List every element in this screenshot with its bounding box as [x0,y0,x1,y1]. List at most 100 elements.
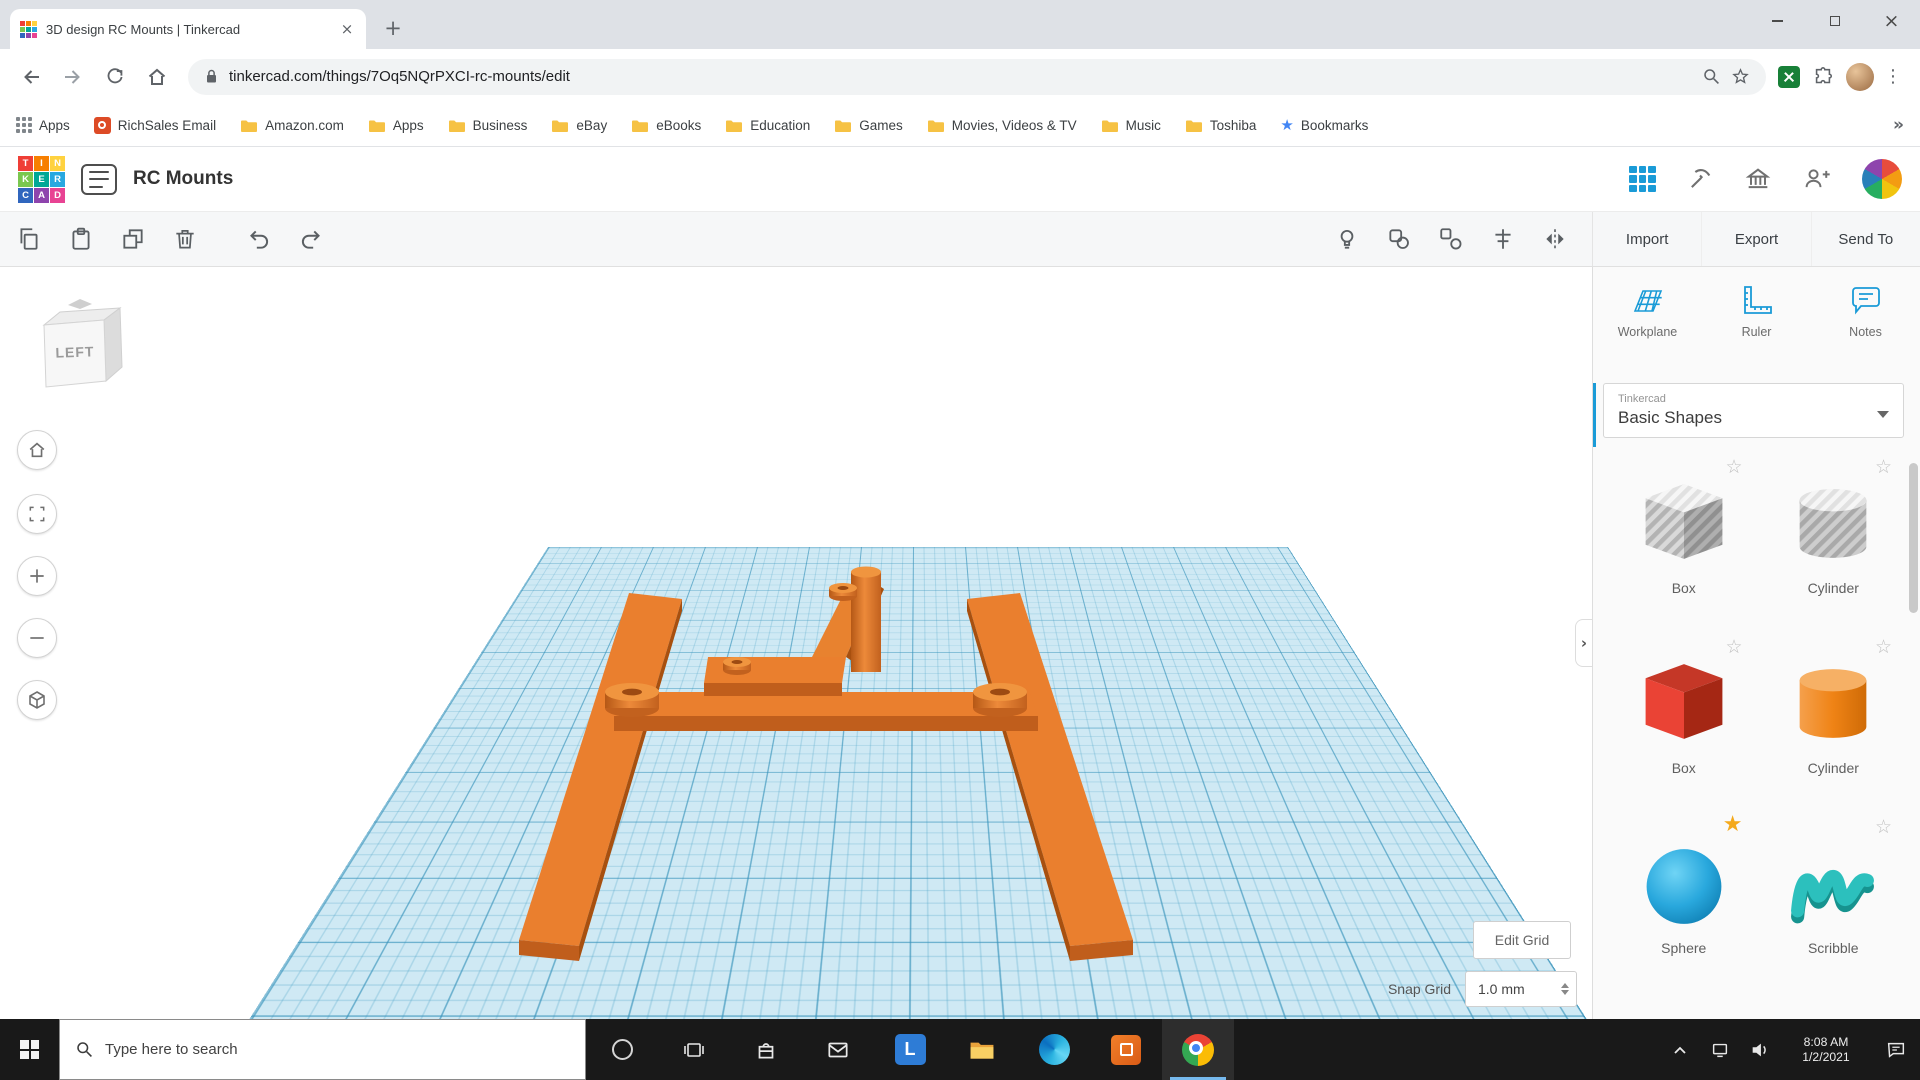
favorite-star-icon[interactable]: ☆ [1875,636,1892,658]
tinkercad-logo[interactable]: T I N K E R C A D [18,156,65,203]
back-button[interactable] [12,58,50,96]
mirror-button[interactable] [1540,224,1570,254]
favorite-star-icon[interactable]: ☆ [1875,456,1892,478]
browser-tab[interactable]: 3D design RC Mounts | Tinkercad × [10,9,366,49]
invite-person-icon[interactable] [1802,165,1832,193]
taskbar-app-l[interactable]: L [874,1019,946,1080]
bookmark-folder[interactable]: Education [725,118,810,133]
home-button[interactable] [138,58,176,96]
taskbar-clock[interactable]: 8:08 AM 1/2/2021 [1780,1035,1872,1065]
group-button[interactable] [1384,224,1414,254]
tinkercad-account-avatar[interactable] [1862,159,1902,199]
import-button[interactable]: Import [1593,212,1701,266]
taskbar-app-orange[interactable] [1090,1019,1162,1080]
favorite-star-icon[interactable]: ☆ [1725,636,1742,658]
bookmark-star-icon[interactable] [1731,67,1750,86]
taskbar-app-edge[interactable] [1018,1019,1090,1080]
zoom-in-button[interactable] [17,556,57,596]
shape-tile-box-striped[interactable]: ☆ Box [1609,464,1759,610]
building-icon[interactable] [1744,165,1772,193]
shape-tile-scribble[interactable]: ☆ Scribble [1759,824,1909,970]
bookmark-folder[interactable]: Toshiba [1185,118,1257,133]
taskbar-app-explorer[interactable] [946,1019,1018,1080]
taskbar-app-chrome[interactable] [1162,1019,1234,1080]
delete-button[interactable] [170,224,200,254]
favorite-star-icon-filled[interactable]: ★ [1723,812,1743,837]
task-view-button[interactable] [658,1019,730,1080]
zoom-icon[interactable] [1702,67,1721,86]
browser-profile-avatar[interactable] [1846,63,1874,91]
ruler-tool[interactable]: Ruler [1711,283,1803,371]
volume-button[interactable] [1740,1019,1780,1080]
bookmark-folder[interactable]: Music [1101,118,1161,133]
taskbar-search-input[interactable]: Type here to search [59,1019,586,1080]
extensions-button[interactable] [1804,58,1842,96]
ungroup-button[interactable] [1436,224,1466,254]
start-button[interactable] [0,1019,59,1080]
paste-button[interactable] [66,224,96,254]
extension-icon-green[interactable] [1778,66,1800,88]
bookmark-folder[interactable]: eBooks [631,118,701,133]
export-button[interactable]: Export [1701,212,1810,266]
duplicate-button[interactable] [118,224,148,254]
design-properties-button[interactable] [81,164,117,195]
shape-tile-box-red[interactable]: ☆ Box [1609,644,1759,790]
forward-button[interactable] [54,58,92,96]
new-tab-button[interactable]: + [378,13,408,43]
shape-tile-cylinder-striped[interactable]: ☆ Cylinder [1759,464,1909,610]
bookmark-folder-bookmarks[interactable]: ★ Bookmarks [1280,118,1368,133]
pickaxe-icon[interactable] [1686,165,1714,193]
3d-viewport[interactable]: LEFT Edit Grid Snap Grid 1.0 mm › [0,267,1592,1019]
perspective-toggle-button[interactable] [17,680,57,720]
taskbar-app-mail[interactable] [802,1019,874,1080]
model-right-rail[interactable] [967,593,1133,946]
copy-button[interactable] [14,224,44,254]
viewcube-side-face[interactable] [104,308,122,381]
favorite-star-icon[interactable]: ☆ [1875,816,1892,838]
show-all-button[interactable] [1332,224,1362,254]
favorite-star-icon[interactable]: ☆ [1725,456,1742,478]
bookmark-apps-shortcut[interactable]: Apps [16,117,70,133]
align-button[interactable] [1488,224,1518,254]
bookmark-folder[interactable]: Apps [368,118,424,133]
bookmark-folder[interactable]: Movies, Videos & TV [927,118,1077,133]
bookmark-folder[interactable]: Amazon.com [240,118,344,133]
taskbar-app-store[interactable] [730,1019,802,1080]
window-close-button[interactable]: × [1863,0,1920,42]
reload-button[interactable] [96,58,134,96]
spinner-caret-icon[interactable] [1554,983,1576,995]
redo-button[interactable] [296,224,326,254]
model-left-rail[interactable] [519,593,682,946]
undo-button[interactable] [244,224,274,254]
bookmark-folder[interactable]: Business [448,118,528,133]
zoom-out-button[interactable] [17,618,57,658]
bookmark-item[interactable]: RichSales Email [94,117,216,134]
view-home-button[interactable] [17,430,57,470]
shapes-view-toggle[interactable] [1629,166,1656,193]
shape-tile-sphere[interactable]: ★ Sphere [1609,824,1759,970]
notes-tool[interactable]: Notes [1820,283,1912,371]
panel-collapse-button[interactable]: › [1575,619,1592,667]
window-maximize-button[interactable] [1806,0,1863,42]
panel-scrollbar[interactable] [1909,463,1918,613]
shape-tile-cylinder-orange[interactable]: ☆ Cylinder [1759,644,1909,790]
edit-grid-button[interactable]: Edit Grid [1473,921,1571,959]
snap-grid-select[interactable]: 1.0 mm [1465,971,1577,1007]
browser-menu-button[interactable]: ⋮ [1878,66,1908,87]
bookmark-folder[interactable]: eBay [551,118,607,133]
window-minimize-button[interactable] [1749,0,1806,42]
tray-show-hidden-button[interactable] [1660,1019,1700,1080]
bookmarks-overflow-button[interactable]: » [1893,115,1904,135]
address-bar[interactable]: tinkercad.com/things/7Oq5NQrPXCI-rc-moun… [188,59,1766,95]
action-center-button[interactable] [1872,1019,1920,1080]
workplane-tool[interactable]: Workplane [1602,283,1694,371]
shape-library-dropdown[interactable]: Tinkercad Basic Shapes [1603,383,1904,438]
tab-close-icon[interactable]: × [338,20,356,38]
fit-view-button[interactable] [17,494,57,534]
tray-status-button[interactable] [1700,1019,1740,1080]
view-cube[interactable]: LEFT [30,295,130,395]
cortana-button[interactable] [586,1019,658,1080]
rc-mount-model[interactable] [0,267,1592,1019]
send-to-button[interactable]: Send To [1811,212,1920,266]
bookmark-folder[interactable]: Games [834,118,903,133]
